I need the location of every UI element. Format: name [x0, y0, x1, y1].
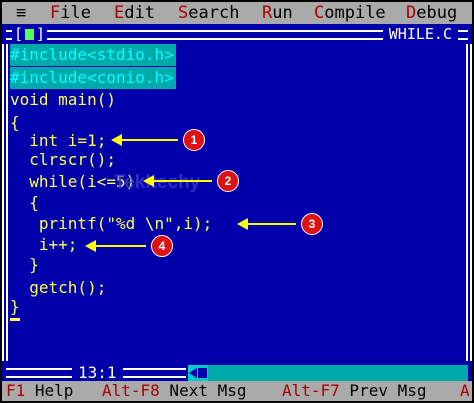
status-next-msg[interactable]: Alt-F8 Next Msg	[102, 381, 247, 401]
window-left-border	[2, 44, 8, 361]
status-next-msg-key: Alt-F8	[102, 381, 160, 400]
window-close-control[interactable]: []	[12, 24, 48, 44]
menu-file[interactable]: File	[50, 2, 91, 24]
system-menu-icon[interactable]: ≡	[16, 2, 26, 24]
code-line-2[interactable]: #include<conio.h>	[10, 67, 176, 89]
annotation-badge-1: 1	[183, 129, 205, 151]
menu-run-hotkey: R	[262, 3, 273, 23]
menu-debug[interactable]: Debug	[406, 2, 457, 24]
window-title-bar: [] WHILE.C	[2, 24, 472, 44]
annotation-badge-2: 2	[217, 170, 239, 192]
horizontal-scrollbar[interactable]	[188, 365, 468, 381]
code-line-11[interactable]: }	[10, 254, 39, 276]
status-bar: F1 Help Alt-F8 Next Msg Alt-F7 Prev Msg …	[2, 381, 472, 401]
code-line-12[interactable]: getch();	[10, 277, 106, 299]
scroll-left-button[interactable]	[188, 365, 208, 381]
status-help-label: Help	[25, 381, 74, 400]
menu-file-hotkey: F	[50, 3, 61, 23]
menu-debug-hotkey: D	[406, 3, 417, 23]
menu-run[interactable]: Run	[262, 2, 293, 24]
turbo-c-ide-window: ≡ File Edit Search Run Compile Debug [] …	[0, 0, 474, 403]
annotation-arrow-4	[85, 240, 146, 252]
menu-run-label: un	[272, 3, 293, 23]
menu-edit[interactable]: Edit	[114, 2, 155, 24]
window-right-border	[466, 44, 472, 361]
close-box-icon[interactable]	[25, 29, 35, 40]
status-prev-msg-key: Alt-F7	[282, 381, 340, 400]
scroll-thumb-icon[interactable]	[198, 368, 207, 378]
annotation-arrow-1	[111, 134, 178, 146]
menu-search[interactable]: Search	[178, 2, 239, 24]
status-next-item[interactable]: A	[460, 381, 470, 401]
scroll-left-arrow-icon	[189, 368, 197, 378]
watermark: Tekltechy	[114, 172, 201, 193]
menu-compile[interactable]: Compile	[314, 2, 386, 24]
menu-search-label: earch	[188, 3, 240, 23]
code-line-13[interactable]: }	[10, 296, 20, 318]
menu-search-hotkey: S	[178, 3, 189, 23]
status-next-msg-label: Next Msg	[159, 381, 247, 400]
annotation-badge-4: 4	[151, 235, 173, 257]
annotation-arrow-2	[143, 175, 212, 187]
menu-compile-hotkey: C	[314, 3, 325, 23]
code-line-3[interactable]: void main()	[10, 89, 116, 111]
status-prev-msg-label: Prev Msg	[339, 381, 427, 400]
menu-debug-label: ebug	[416, 3, 458, 23]
status-help[interactable]: F1 Help	[6, 381, 73, 401]
status-next-item-key: A	[460, 381, 470, 400]
menu-edit-hotkey: E	[114, 3, 125, 23]
annotation-arrow-3	[237, 218, 296, 230]
menu-compile-label: ompile	[324, 3, 386, 23]
text-cursor	[10, 318, 20, 321]
menu-file-label: ile	[60, 3, 91, 23]
close-bracket-left: [	[14, 25, 24, 43]
close-bracket-right: ]	[36, 25, 46, 43]
code-line-1[interactable]: #include<stdio.h>	[10, 44, 176, 66]
status-help-key: F1	[6, 381, 26, 400]
code-line-8[interactable]: {	[10, 192, 39, 214]
code-line-10[interactable]: i++;	[10, 234, 78, 256]
code-line-6[interactable]: clrscr();	[10, 149, 116, 171]
window-title: WHILE.C	[382, 24, 458, 44]
menu-bar: ≡ File Edit Search Run Compile Debug	[2, 2, 472, 24]
menu-edit-label: dit	[124, 3, 155, 23]
status-prev-msg[interactable]: Alt-F7 Prev Msg	[282, 381, 427, 401]
code-line-9[interactable]: printf("%d \n",i);	[10, 213, 212, 235]
annotation-badge-3: 3	[301, 213, 323, 235]
